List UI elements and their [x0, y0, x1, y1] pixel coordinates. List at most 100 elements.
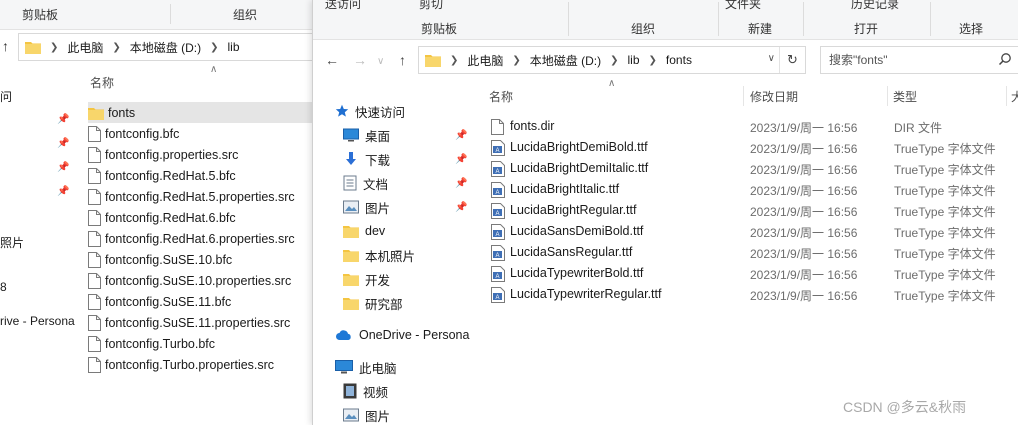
nav-item-quick-access[interactable]: 快速访问: [335, 100, 405, 122]
nav-item-pictures[interactable]: 图片 📌: [343, 196, 467, 218]
up-arrow-icon[interactable]: ↑: [2, 38, 9, 54]
forward-arrow-icon[interactable]: →: [353, 52, 367, 68]
back-breadcrumb-this-pc[interactable]: 此电脑: [67, 39, 103, 56]
back-ribbon-clipboard-label: 剪贴板: [22, 8, 59, 22]
file-name: LucidaSansRegular.ttf: [510, 245, 633, 259]
ribbon-select-label: 选择: [959, 22, 984, 36]
back-file-row[interactable]: fontconfig.SuSE.10.properties.src: [88, 270, 318, 291]
file-row[interactable]: A LucidaBrightDemiItalic.ttf 2023/1/9/周一 1…: [489, 158, 1018, 179]
back-file-name: fontconfig.RedHat.6.properties.src: [105, 231, 295, 246]
file-date: 2023/1/9/周一 16:56: [750, 268, 858, 282]
back-file-name: fontconfig.SuSE.10.properties.src: [105, 273, 292, 288]
back-file-row[interactable]: fontconfig.RedHat.5.properties.src: [88, 186, 318, 207]
pin-icon[interactable]: 📌: [455, 202, 467, 213]
folder-icon: [25, 42, 41, 54]
back-file-row[interactable]: fontconfig.RedHat.5.bfc: [88, 165, 318, 186]
refresh-icon[interactable]: ↻: [779, 47, 805, 73]
font-file-icon: A: [491, 266, 505, 282]
back-nav-item-fragment[interactable]: rive - Persona: [0, 314, 75, 328]
pin-icon[interactable]: 📌: [455, 130, 467, 141]
file-row[interactable]: fonts.dir 2023/1/9/周一 16:56 DIR 文件: [489, 116, 1018, 137]
svg-text:A: A: [495, 274, 499, 280]
file-row[interactable]: A LucidaBrightRegular.ttf 2023/1/9/周一 16:5…: [489, 200, 1018, 221]
nav-item-research[interactable]: 研究部: [343, 292, 403, 314]
font-file-icon: A: [491, 203, 505, 219]
up-arrow-icon[interactable]: ↑: [399, 52, 406, 68]
back-column-header-name[interactable]: 名称: [90, 74, 114, 91]
breadcrumb-lib[interactable]: lib: [628, 53, 640, 67]
back-nav-item-fragment[interactable]: 8: [0, 280, 7, 294]
back-file-row[interactable]: fontconfig.SuSE.11.bfc: [88, 291, 318, 312]
column-divider[interactable]: [887, 86, 888, 106]
back-file-row[interactable]: fontconfig.SuSE.10.bfc: [88, 249, 318, 270]
back-breadcrumb-lib[interactable]: lib: [228, 40, 240, 54]
back-nav-item-fragment[interactable]: 照片: [0, 234, 24, 251]
search-icon[interactable]: [998, 52, 1012, 66]
back-address-bar[interactable]: ❯ 此电脑 ❯ 本地磁盘 (D:) ❯ lib: [18, 33, 318, 61]
nav-item-this-pc[interactable]: 此电脑: [335, 356, 397, 378]
back-file-row[interactable]: fontconfig.RedHat.6.properties.src: [88, 228, 318, 249]
nav-item-dev[interactable]: dev: [343, 220, 385, 242]
nav-item-onedrive[interactable]: OneDrive - Persona: [335, 324, 469, 346]
nav-item-label: 图片: [365, 201, 391, 216]
nav-item-videos[interactable]: 视频: [343, 380, 388, 402]
svg-text:A: A: [495, 232, 499, 238]
column-header-date[interactable]: 修改日期: [750, 88, 798, 105]
pin-icon[interactable]: 📌: [455, 178, 467, 189]
pin-icon: 📌: [57, 162, 70, 173]
back-file-row[interactable]: fontconfig.properties.src: [88, 144, 318, 165]
file-icon: [88, 188, 101, 205]
nav-item-label: 此电脑: [359, 361, 397, 376]
file-row[interactable]: A LucidaTypewriterBold.ttf 2023/1/9/周一 16:…: [489, 263, 1018, 284]
back-nav-item-fragment[interactable]: 问: [0, 88, 12, 105]
file-row-icon: A: [491, 266, 505, 285]
file-type: TrueType 字体文件: [894, 247, 996, 261]
search-input[interactable]: [821, 47, 981, 73]
back-file-row[interactable]: fontconfig.Turbo.properties.src: [88, 354, 318, 375]
back-file-row[interactable]: fontconfig.SuSE.11.properties.src: [88, 312, 318, 333]
back-file-name: fontconfig.Turbo.properties.src: [105, 357, 275, 372]
svg-text:A: A: [495, 253, 499, 259]
ribbon-quick-access-fragment[interactable]: 送访问: [325, 0, 361, 12]
back-file-row[interactable]: fontconfig.RedHat.6.bfc: [88, 207, 318, 228]
file-name: fonts.dir: [510, 119, 555, 133]
pin-icon[interactable]: 📌: [455, 154, 467, 165]
nav-item-pictures-pc[interactable]: 图片: [343, 404, 390, 425]
history-chevron-down-icon[interactable]: ∨: [377, 56, 384, 67]
font-file-icon: A: [491, 140, 505, 156]
file-row[interactable]: A LucidaBrightItalic.ttf 2023/1/9/周一 16:56…: [489, 179, 1018, 200]
nav-item-desktop[interactable]: 桌面 📌: [343, 124, 467, 146]
file-row[interactable]: A LucidaBrightDemiBold.ttf 2023/1/9/周一 16:…: [489, 137, 1018, 158]
ribbon-history-fragment[interactable]: 历史记录: [851, 0, 899, 12]
back-folder-row[interactable]: fonts: [88, 102, 318, 123]
search-box[interactable]: [820, 46, 1018, 74]
front-address-bar[interactable]: ❯ 此电脑 ❯ 本地磁盘 (D:) ❯ lib ❯ fonts ∨ ↻: [418, 46, 806, 74]
back-file-row[interactable]: fontconfig.bfc: [88, 123, 318, 144]
nav-item-camera-roll[interactable]: 本机照片: [343, 244, 415, 266]
nav-item-downloads[interactable]: 下载 📌: [343, 148, 467, 170]
column-divider[interactable]: [1006, 86, 1007, 106]
breadcrumb-fonts[interactable]: fonts: [666, 53, 692, 67]
back-file-row[interactable]: fontconfig.Turbo.bfc: [88, 333, 318, 354]
nav-item-develop[interactable]: 开发: [343, 268, 390, 290]
file-row[interactable]: A LucidaTypewriterRegular.ttf 2023/1/9/周一 …: [489, 284, 1018, 305]
ribbon-folder-fragment[interactable]: 文件夹: [725, 0, 761, 12]
file-row[interactable]: A LucidaSansDemiBold.ttf 2023/1/9/周一 16:56…: [489, 221, 1018, 242]
column-divider[interactable]: [743, 86, 744, 106]
column-header-type[interactable]: 类型: [893, 88, 917, 105]
address-dropdown-chevron-icon[interactable]: ∨: [768, 53, 775, 64]
breadcrumb-this-pc[interactable]: 此电脑: [467, 52, 503, 69]
pin-icon: 📌: [57, 138, 70, 149]
ribbon-cut-fragment[interactable]: 剪切: [419, 0, 443, 12]
nav-item-label: dev: [365, 224, 386, 238]
column-header-size[interactable]: 大: [1011, 88, 1018, 105]
sort-ascending-icon: ∧: [210, 64, 218, 75]
back-arrow-icon[interactable]: ←: [325, 52, 339, 68]
file-row[interactable]: A LucidaSansRegular.ttf 2023/1/9/周一 16:56 T…: [489, 242, 1018, 263]
back-breadcrumb-drive[interactable]: 本地磁盘 (D:): [130, 39, 201, 56]
column-header-name[interactable]: 名称: [489, 88, 513, 105]
back-address-area: ↑ ❯ 此电脑 ❯ 本地磁盘 (D:) ❯ lib: [0, 30, 318, 64]
breadcrumb-drive[interactable]: 本地磁盘 (D:): [530, 52, 601, 69]
nav-item-documents[interactable]: 文档 📌: [343, 172, 467, 194]
nav-item-label: 视频: [363, 385, 389, 400]
